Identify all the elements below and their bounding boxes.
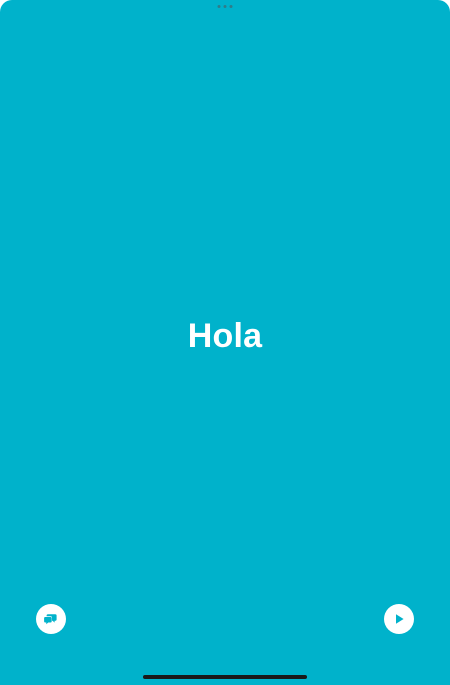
speech-bubbles-icon — [44, 614, 57, 625]
handle-dot — [217, 5, 221, 8]
handle-dot — [229, 5, 233, 8]
play-button[interactable] — [384, 604, 414, 634]
play-icon — [396, 614, 404, 624]
flashcard-word: Hola — [187, 317, 263, 355]
multitasking-handle[interactable] — [217, 5, 233, 8]
home-indicator[interactable] — [143, 675, 307, 679]
handle-dot — [223, 5, 227, 8]
flashcard-screen: Hola — [0, 0, 450, 685]
conversation-button[interactable] — [36, 604, 66, 634]
